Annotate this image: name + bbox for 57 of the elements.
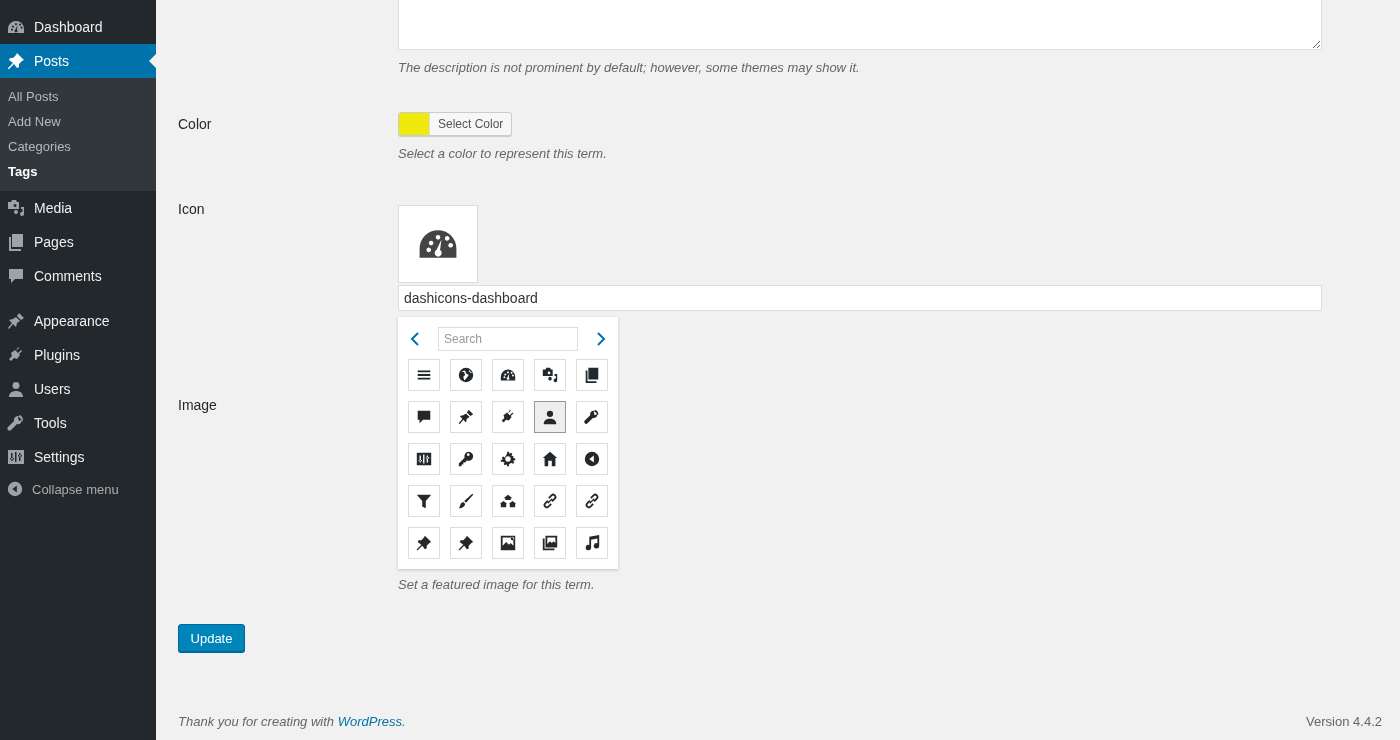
icon-option-button[interactable] — [534, 401, 566, 433]
color-hint: Select a color to represent this term. — [398, 146, 608, 161]
image-hint: Set a featured image for this term. — [398, 577, 596, 592]
sliders-icon — [415, 450, 433, 468]
brush-icon — [457, 492, 475, 510]
chain-link-icon — [541, 492, 559, 510]
house-icon — [541, 450, 559, 468]
key-icon — [457, 450, 475, 468]
collapse-menu-button[interactable]: Collapse menu — [0, 474, 156, 504]
version-text: Version 4.4.2 — [1306, 714, 1382, 729]
person-icon — [541, 408, 559, 426]
description-hint: The description is not prominent by default; however, some themes may show it. — [398, 60, 861, 75]
color-label: Color — [178, 115, 213, 134]
sidebar-menu-item[interactable]: Users — [0, 372, 156, 406]
sidebar-menu-item[interactable]: Comments — [0, 259, 156, 293]
sidebar-menu-item[interactable]: Settings — [0, 440, 156, 474]
current-item-pointer — [149, 54, 156, 68]
person-icon — [6, 379, 26, 399]
music-note-icon — [583, 534, 601, 552]
sidebar-menu-item[interactable]: Dashboard — [0, 10, 156, 44]
speech-bubble-icon — [6, 266, 26, 286]
wordpress-link[interactable]: WordPress — [337, 714, 402, 729]
sliders-icon — [6, 447, 26, 467]
image-label: Image — [178, 396, 218, 415]
pages-icon — [6, 232, 26, 252]
sidebar-menu-item[interactable]: Pages — [0, 225, 156, 259]
images-icon — [541, 534, 559, 552]
select-color-button[interactable]: Select Color — [398, 112, 513, 136]
submenu-item[interactable]: Categories — [0, 134, 156, 159]
pages-icon — [583, 366, 601, 384]
wrench-icon — [6, 413, 26, 433]
pin-icon — [6, 51, 26, 71]
sidebar-menu-item[interactable]: Appearance — [0, 304, 156, 338]
icon-label: Icon — [178, 200, 206, 219]
icon-search-field[interactable]: Search — [438, 327, 578, 351]
submenu-item[interactable]: All Posts — [0, 84, 156, 109]
media-icon — [6, 198, 26, 218]
gear-icon — [499, 450, 517, 468]
update-button[interactable]: Update — [178, 624, 245, 652]
description-field[interactable] — [398, 0, 1322, 50]
houses-icon — [499, 492, 517, 510]
pin-icon — [415, 534, 433, 552]
wrench-icon — [583, 408, 601, 426]
globe-icon — [457, 366, 475, 384]
footer-thanks-text: Thank you for creating with WordPress. — [178, 714, 406, 729]
icon-class-field[interactable]: dashicons-dashboard — [398, 285, 1322, 311]
pin-icon — [457, 534, 475, 552]
chain-link-icon — [583, 492, 601, 510]
sidebar-menu-item[interactable]: Posts — [0, 44, 156, 78]
sidebar-menu-item[interactable]: Media — [0, 191, 156, 225]
submenu-item[interactable]: Add New — [0, 109, 156, 134]
media-icon — [541, 366, 559, 384]
image-icon — [499, 534, 517, 552]
funnel-icon — [415, 492, 433, 510]
sidebar-menu-item[interactable]: Plugins — [0, 338, 156, 372]
submenu-item[interactable]: Tags — [0, 159, 156, 184]
sidebar-menu-item[interactable]: Tools — [0, 406, 156, 440]
